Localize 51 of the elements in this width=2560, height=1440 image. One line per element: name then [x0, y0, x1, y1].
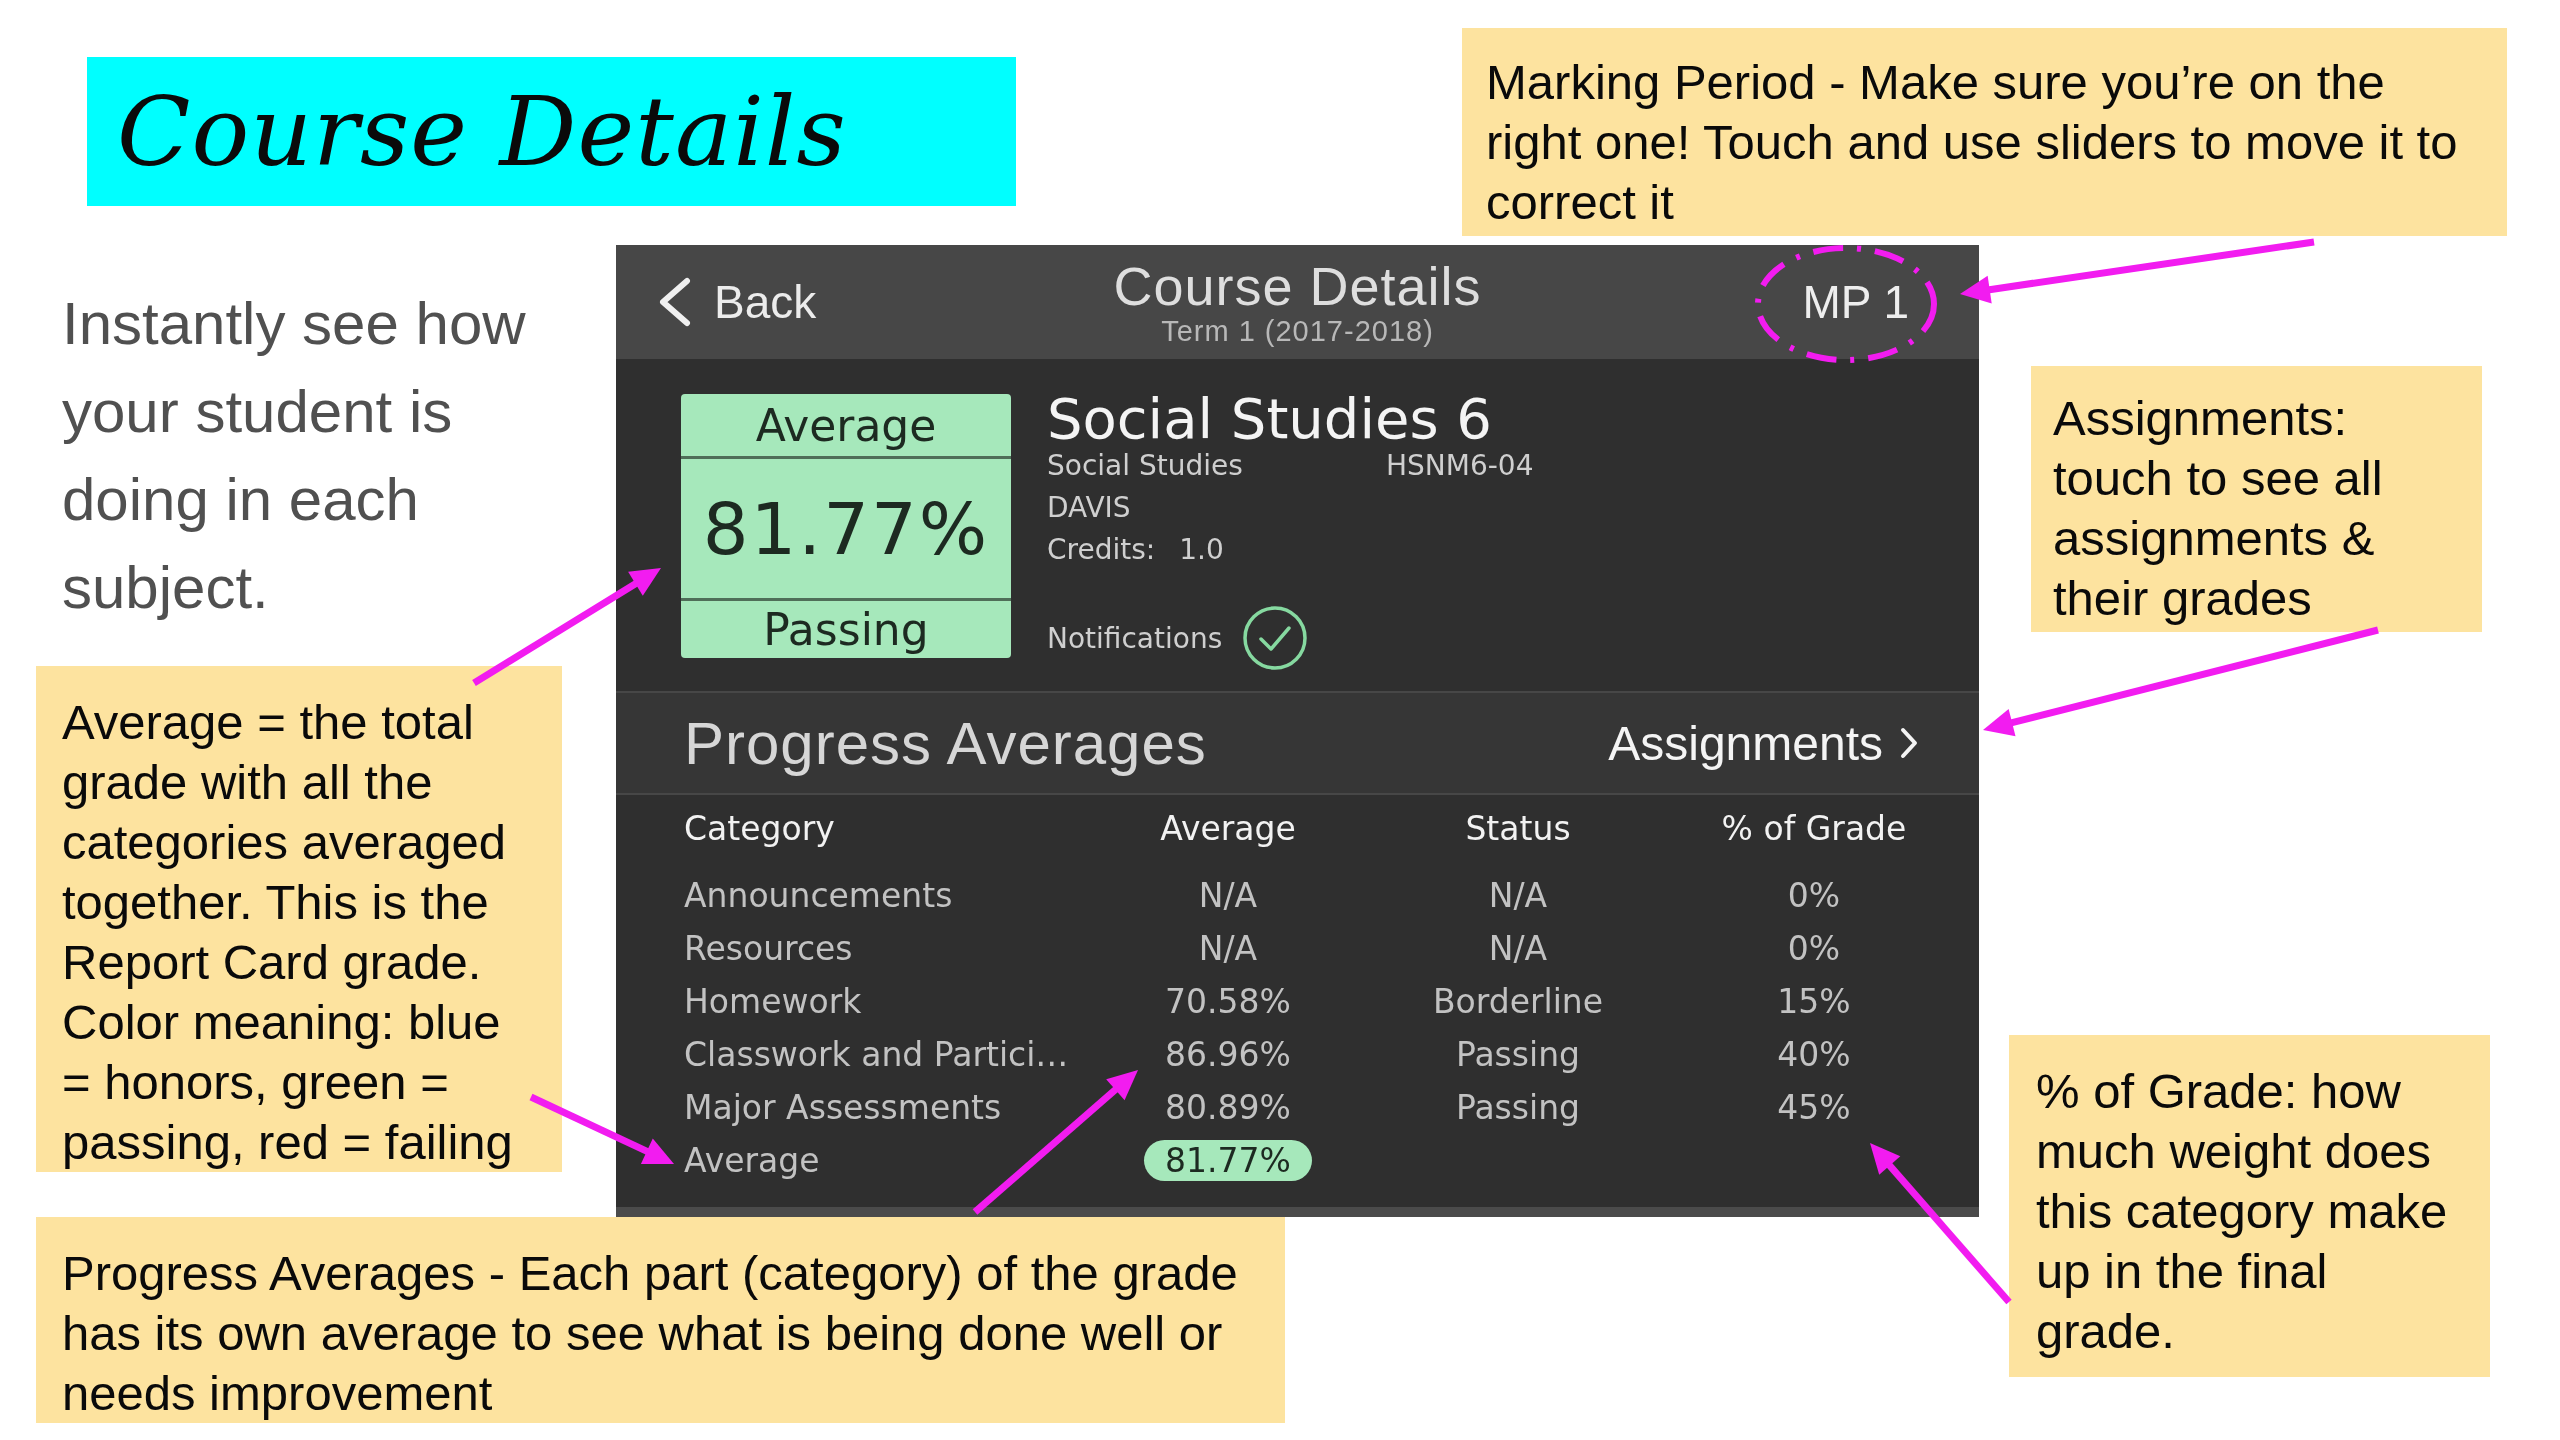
average-pill: 81.77% — [1144, 1140, 1312, 1181]
course-subject: Social Studies — [1047, 448, 1244, 482]
table-cell-text: Resources — [684, 928, 854, 970]
intro-text: Instantly see how your student is doing in each subject. — [62, 289, 527, 623]
teacher-name: DAVIS — [1047, 490, 1131, 524]
table-cell-text: 0% — [1786, 875, 1842, 917]
table-cell-text: 40% — [1776, 1034, 1852, 1076]
table-cell-text: 15% — [1776, 981, 1852, 1023]
course-section: HSNM6-04 — [1386, 448, 1534, 482]
assignments-link[interactable]: Assignments — [1608, 715, 1919, 771]
course-name: Social Studies 6 — [1047, 394, 1493, 444]
table-cell-text: Borderline — [1431, 981, 1605, 1023]
table-cell-text: N/A — [1197, 928, 1259, 970]
table-cell-text: Average — [684, 1140, 821, 1182]
column-header: Category — [684, 808, 836, 850]
column-header: % of Grade — [1720, 808, 1908, 850]
table-cell-text: Passing — [1454, 1087, 1582, 1129]
credits-label: Credits: — [1047, 532, 1156, 566]
marking-period-button[interactable]: MP 1 — [1802, 275, 1909, 329]
chevron-right-icon — [1899, 727, 1919, 759]
table-cell-text: 70.58% — [1164, 981, 1292, 1023]
callout-note: Progress Averages - Each part (category) of the grade has its own average to see what is being done well or needs improvement — [36, 1217, 1285, 1423]
table-cell-text: N/A — [1197, 875, 1259, 917]
back-button[interactable]: Back — [656, 275, 817, 329]
title-banner: Course Details — [87, 57, 1016, 206]
callout-note: Marking Period - Make sure you’re on the right one! Touch and use sliders to move it to correct it — [1462, 28, 2507, 236]
table-cell-text: Homework — [684, 981, 863, 1023]
table-cell-text: Announcements — [684, 875, 954, 917]
table-cell-text: Passing — [1454, 1034, 1582, 1076]
callout-note: Assignments: touch to see all assignments & their grades — [2031, 366, 2482, 632]
section-title: Progress Averages — [684, 708, 1207, 778]
average-label: Average — [681, 394, 1011, 459]
check-circle-icon[interactable] — [1242, 605, 1309, 671]
status-label: Passing — [681, 598, 1011, 658]
credits-value: 1.0 — [1179, 532, 1224, 566]
table-cell-text: Major Assessments — [684, 1087, 1003, 1129]
callout-note: Average = the total grade with all the categories averaged together. This is the Report Card grade. Color meaning: blue = honors, green = passing, red = failing — [36, 666, 562, 1172]
screen-title: Course Details — [1113, 257, 1482, 315]
table-cell-text: 86.96% — [1164, 1034, 1292, 1076]
column-header: Status — [1464, 808, 1572, 850]
average-value: 81.77% — [701, 485, 991, 573]
table-cell-text: Classwork and Partici… — [684, 1034, 1070, 1076]
table-cell-text: 80.89% — [1164, 1087, 1292, 1129]
column-header: Average — [1159, 808, 1297, 850]
callout-note: % of Grade: how much weight does this category make up in the final grade. — [2009, 1035, 2490, 1377]
table-cell-text: N/A — [1487, 928, 1549, 970]
table-cell-text: 45% — [1776, 1087, 1852, 1129]
table-cell-text: 0% — [1786, 928, 1842, 970]
notifications-label: Notifications — [1047, 621, 1223, 655]
screen-subtitle: Term 1 (2017-2018) — [1161, 315, 1434, 347]
table-cell-text: N/A — [1487, 875, 1549, 917]
